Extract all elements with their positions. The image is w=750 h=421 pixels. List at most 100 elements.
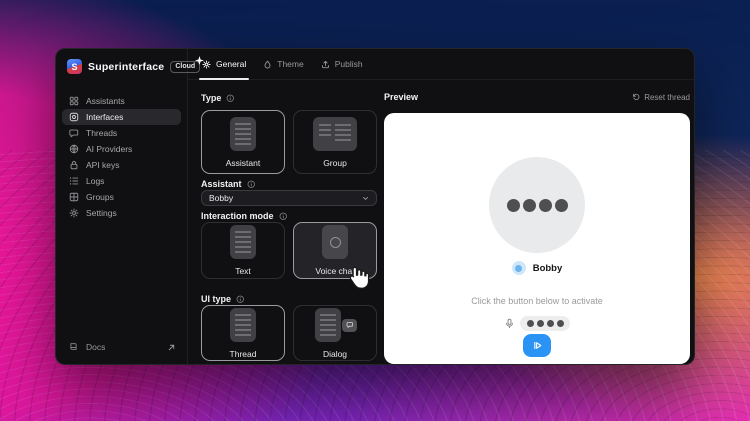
option-label: Text	[235, 266, 251, 276]
assistant-avatar-small	[512, 261, 526, 275]
assistant-select-value: Bobby	[209, 193, 233, 203]
dot	[527, 320, 534, 327]
gear-icon	[202, 60, 211, 69]
assistant-select[interactable]: Bobby	[201, 190, 377, 206]
tab-theme[interactable]: Theme	[263, 49, 303, 79]
sidebar-item-logs[interactable]: Logs	[62, 173, 181, 189]
gear-icon	[69, 208, 79, 218]
list-icon	[69, 176, 79, 186]
ui-type-option-thread[interactable]: Thread	[201, 305, 285, 361]
info-icon	[236, 295, 245, 304]
tab-label: Theme	[277, 59, 303, 69]
option-label: Group	[323, 158, 347, 168]
preview-header: Preview Reset thread	[384, 91, 690, 103]
grid-plus-icon	[69, 192, 79, 202]
sidebar-item-label: API keys	[86, 160, 120, 170]
voice-device-icon	[322, 225, 348, 259]
type-option-group[interactable]: Group	[293, 110, 377, 174]
dot	[555, 199, 568, 212]
sidebar: S Superinterface Cloud Assistants Interf…	[56, 49, 188, 364]
thread-device-icon	[230, 308, 256, 342]
sidebar-item-label: Groups	[86, 192, 114, 202]
info-icon	[226, 94, 235, 103]
assistant-device-icon	[230, 117, 256, 151]
sidebar-item-interfaces[interactable]: Interfaces	[62, 109, 181, 125]
docs-label: Docs	[86, 342, 105, 352]
text-device-icon	[230, 225, 256, 259]
mic-row	[384, 316, 690, 331]
app-window: S Superinterface Cloud Assistants Interf…	[55, 48, 695, 365]
group-device-icon	[313, 117, 357, 151]
reset-icon	[632, 93, 640, 101]
tab-label: Publish	[335, 59, 363, 69]
app-window-icon	[69, 112, 79, 122]
type-option-assistant[interactable]: Assistant	[201, 110, 285, 174]
tab-bar: General Theme Publish	[188, 49, 694, 80]
dot	[507, 199, 520, 212]
app-logo: S	[67, 59, 82, 74]
dot	[523, 199, 536, 212]
ui-type-options: Thread Dialog	[201, 305, 377, 361]
app-logo-row: S Superinterface Cloud	[67, 59, 200, 74]
ui-type-option-dialog[interactable]: Dialog	[293, 305, 377, 361]
preview-card: Bobby Click the button below to activate	[384, 113, 690, 364]
droplet-icon	[263, 60, 272, 69]
chevron-down-icon	[362, 195, 369, 202]
assistant-name: Bobby	[533, 263, 563, 274]
tab-label: General	[216, 59, 246, 69]
sidebar-item-label: Logs	[86, 176, 104, 186]
lock-icon	[69, 160, 79, 170]
dot	[537, 320, 544, 327]
sidebar-item-label: Interfaces	[86, 112, 123, 122]
microphone-icon	[504, 318, 515, 329]
dialog-device-icon	[315, 308, 355, 342]
info-icon	[247, 180, 256, 189]
preview-title: Preview	[384, 92, 418, 102]
sidebar-item-label: AI Providers	[86, 144, 132, 154]
active-tab-underline	[199, 78, 249, 80]
type-options: Assistant Group	[201, 110, 377, 174]
main-panel: General Theme Publish Type Assistant	[188, 49, 694, 364]
sidebar-nav: Assistants Interfaces Threads AI Provide…	[62, 93, 181, 221]
option-label: Dialog	[323, 349, 347, 359]
play-icon	[532, 340, 543, 351]
dialog-bubble-icon	[342, 319, 357, 332]
tab-general[interactable]: General	[202, 49, 246, 79]
reset-thread-label: Reset thread	[644, 93, 690, 102]
ui-type-label: UI type	[201, 294, 245, 304]
dot	[547, 320, 554, 327]
sidebar-docs-link[interactable]: Docs	[69, 339, 176, 355]
reset-thread-button[interactable]: Reset thread	[632, 93, 690, 102]
dot	[557, 320, 564, 327]
dot	[539, 199, 552, 212]
upload-icon	[321, 60, 330, 69]
sidebar-item-label: Assistants	[86, 96, 125, 106]
sidebar-item-settings[interactable]: Settings	[62, 205, 181, 221]
assistant-name-row: Bobby	[384, 261, 690, 275]
book-icon	[69, 342, 79, 352]
activate-voice-button[interactable]	[523, 334, 551, 357]
mouse-cursor	[343, 264, 370, 291]
info-icon	[279, 212, 288, 221]
assistant-label: Assistant	[201, 179, 255, 189]
globe-icon	[69, 144, 79, 154]
external-link-icon	[167, 343, 176, 352]
sidebar-item-label: Threads	[86, 128, 117, 138]
option-label: Assistant	[226, 158, 261, 168]
voice-level-pill	[520, 316, 570, 331]
sidebar-item-groups[interactable]: Groups	[62, 189, 181, 205]
sidebar-item-ai-providers[interactable]: AI Providers	[62, 141, 181, 157]
tab-publish[interactable]: Publish	[321, 49, 363, 79]
interaction-option-text[interactable]: Text	[201, 222, 285, 279]
activation-hint: Click the button below to activate	[384, 296, 690, 306]
assistant-avatar-large	[489, 157, 585, 253]
option-label: Thread	[230, 349, 257, 359]
sidebar-item-label: Settings	[86, 208, 117, 218]
sidebar-item-assistants[interactable]: Assistants	[62, 93, 181, 109]
interaction-mode-label: Interaction mode	[201, 211, 287, 221]
chat-bubble-icon	[69, 128, 79, 138]
sidebar-item-api-keys[interactable]: API keys	[62, 157, 181, 173]
type-label: Type	[201, 93, 235, 103]
sidebar-item-threads[interactable]: Threads	[62, 125, 181, 141]
app-name: Superinterface	[88, 61, 164, 73]
